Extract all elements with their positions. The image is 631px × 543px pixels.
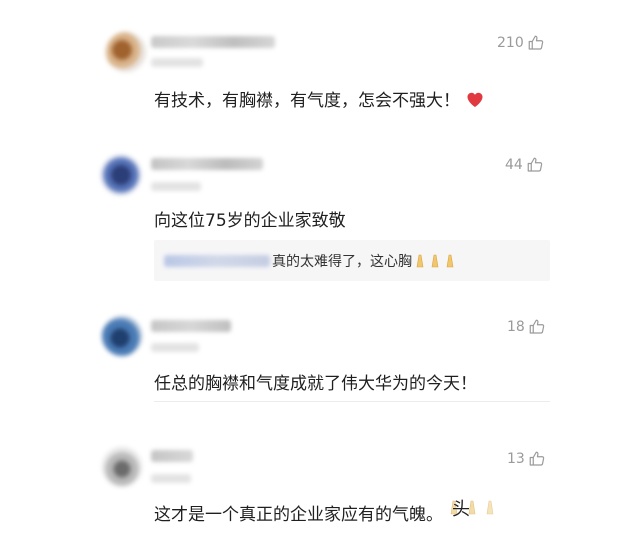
like-count: 13 (507, 451, 525, 467)
like-count: 44 (505, 157, 523, 173)
comment-text: 这才是一个真正的企业家应有的气魄。 (154, 505, 443, 525)
thumbs-up-icon (529, 319, 545, 334)
comment-text: 向这位75岁的企业家致敬 (154, 211, 346, 231)
comment-divider (154, 401, 550, 402)
user-subtitle (151, 58, 203, 67)
like-button[interactable]: 13 (507, 450, 546, 468)
thumbs-up-icon (528, 35, 543, 50)
avatar[interactable] (102, 316, 142, 356)
avatar[interactable] (106, 32, 146, 72)
reply-text-wrap: 真的太难得了，这心胸 (272, 251, 460, 271)
like-button[interactable]: 44 (505, 156, 544, 174)
like-count: 210 (497, 35, 524, 51)
avatar[interactable] (102, 447, 142, 487)
comment-text: 任总的胸襟和气度成就了伟大华为的今天！ (154, 374, 477, 394)
folded-hands-icon (416, 254, 454, 268)
heart-icon (467, 92, 483, 107)
reply-text: 真的太难得了，这心胸 (272, 254, 412, 270)
user-subtitle (151, 343, 199, 352)
like-button[interactable]: 210 (497, 34, 545, 52)
thumbs-up-icon (529, 451, 545, 466)
username[interactable] (151, 320, 231, 332)
user-subtitle (151, 474, 191, 483)
thumbs-up-icon (527, 157, 543, 172)
avatar[interactable] (101, 155, 141, 195)
reply-preview[interactable]: 真的太难得了，这心胸 (154, 240, 550, 281)
comment-text: 有技术，有胸襟，有气度，怎会不强大！ (154, 91, 460, 111)
username[interactable] (151, 450, 193, 462)
watermark: 头 (452, 499, 470, 520)
like-count: 18 (507, 319, 525, 335)
username[interactable] (151, 158, 263, 170)
watermark-fade (470, 492, 550, 526)
comment-text-wrap: 有技术，有胸襟，有气度，怎会不强大！ (154, 86, 484, 111)
reply-username[interactable] (164, 255, 270, 267)
like-button[interactable]: 18 (507, 318, 546, 336)
user-subtitle (151, 182, 201, 191)
username[interactable] (151, 36, 275, 48)
